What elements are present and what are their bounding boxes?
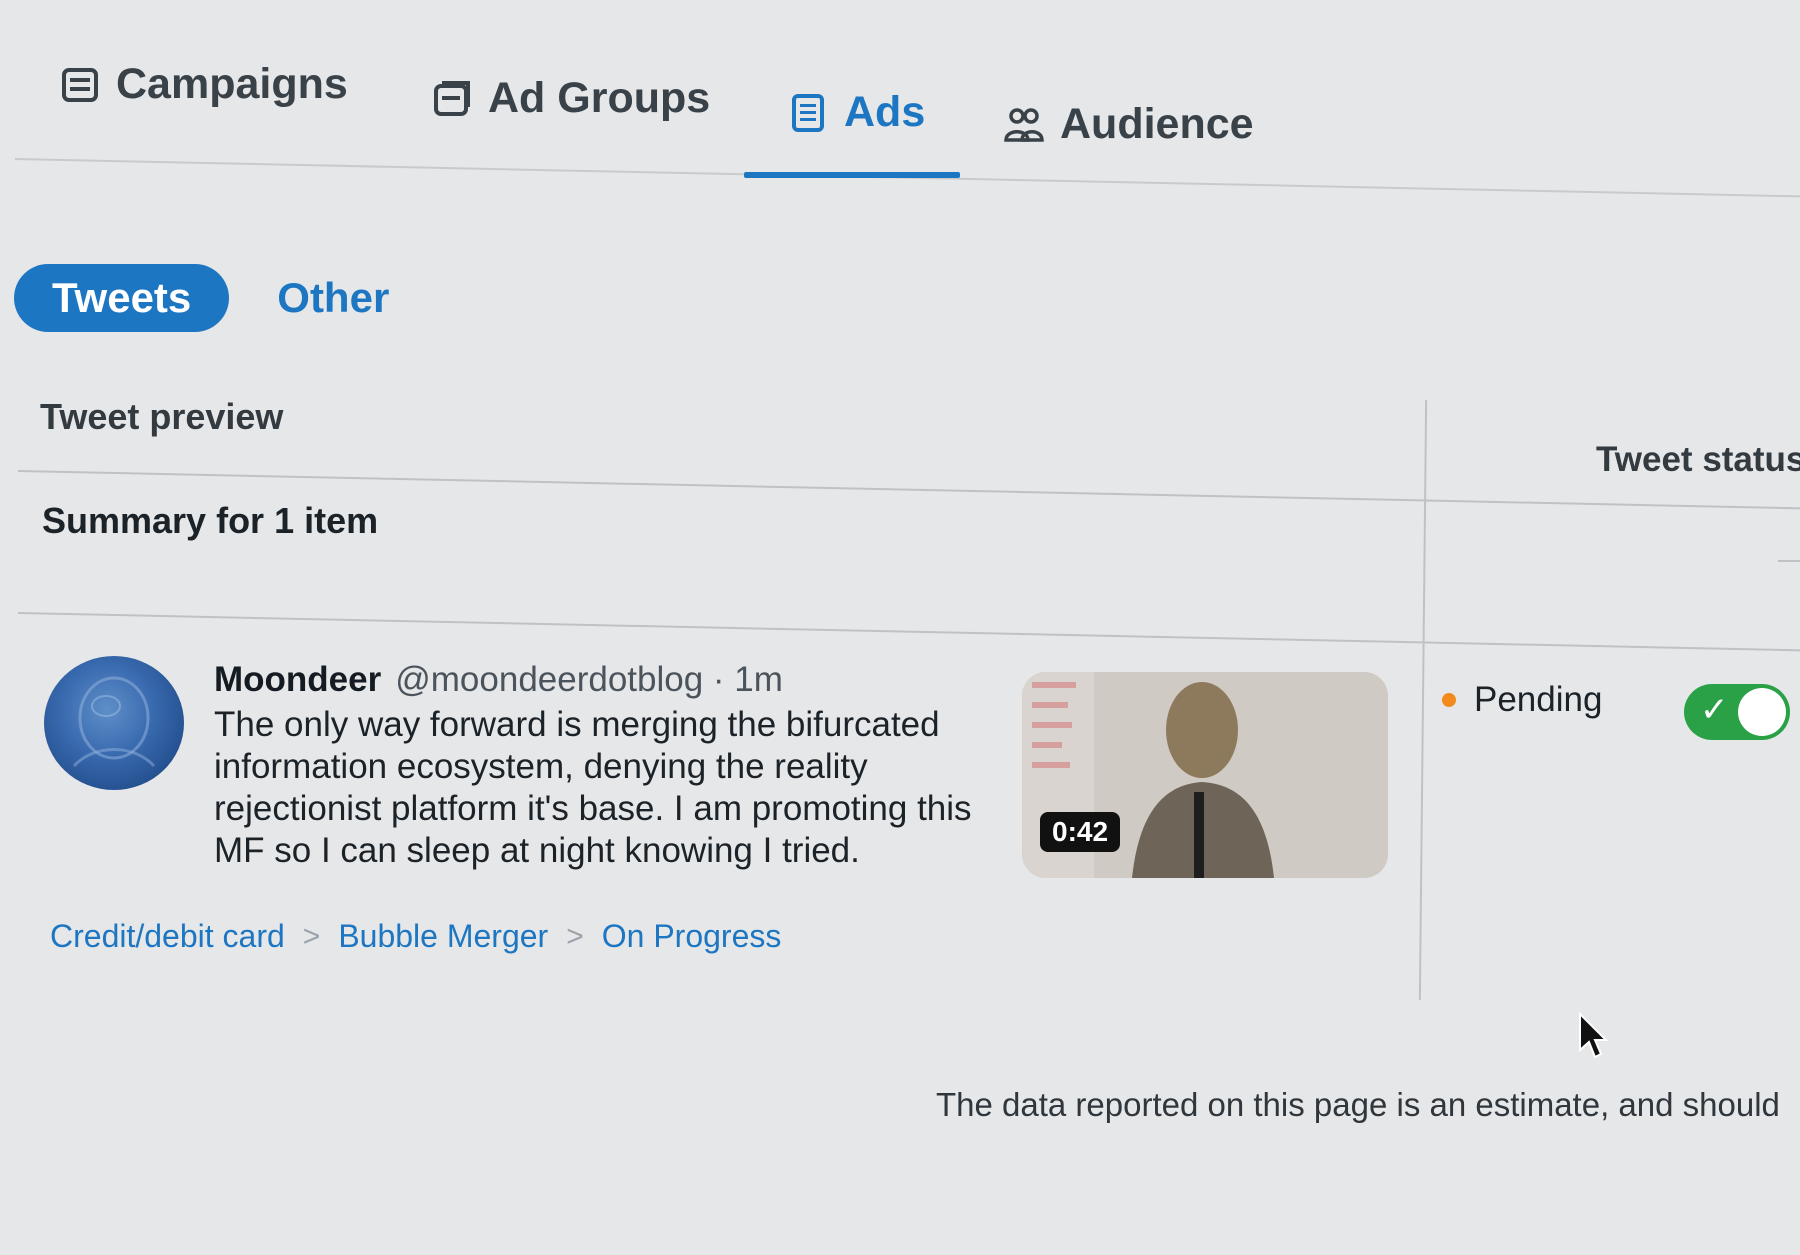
breadcrumb-campaign[interactable]: Bubble Merger <box>338 918 548 955</box>
audience-icon <box>1004 105 1044 145</box>
video-duration-badge: 0:42 <box>1040 812 1121 852</box>
ad-enabled-toggle[interactable]: ✓ <box>1684 684 1790 740</box>
tab-campaigns-label: Campaigns <box>116 60 348 108</box>
video-thumbnail[interactable]: 0:42 <box>1022 672 1388 878</box>
pending-status-dot-icon <box>1442 693 1456 707</box>
summary-row-label: Summary for 1 item <box>42 500 379 541</box>
ads-manager-screen: Campaigns Ad Groups Ads Audience Tweets … <box>0 0 1800 1255</box>
mouse-pointer-icon <box>1578 1012 1608 1060</box>
breadcrumb-ad-group[interactable]: On Progress <box>602 918 782 955</box>
active-tab-indicator <box>744 172 960 178</box>
column-header-tweet-status[interactable]: Tweet status <box>1596 440 1800 480</box>
tab-other[interactable]: Other <box>277 274 389 322</box>
tab-ad-groups[interactable]: Ad Groups <box>432 74 710 123</box>
campaigns-icon <box>60 65 100 105</box>
ads-icon <box>788 93 828 133</box>
column-divider <box>1418 400 1428 1000</box>
breadcrumb-payment-method[interactable]: Credit/debit card <box>50 918 285 955</box>
ad-type-tabs: Tweets Other <box>14 264 389 332</box>
tab-ads-label: Ads <box>844 88 926 136</box>
tweet-handle-time: @moondeerdotblog · 1m <box>395 660 783 699</box>
column-header-tweet-preview[interactable]: Tweet preview <box>40 396 283 438</box>
chevron-right-icon: > <box>302 919 321 953</box>
summary-status-dash <box>1778 560 1800 562</box>
breadcrumb: Credit/debit card > Bubble Merger > On P… <box>50 918 781 955</box>
tab-tweets[interactable]: Tweets <box>14 264 230 332</box>
tweet-author-name[interactable]: Moondeer <box>214 660 381 699</box>
avatar[interactable] <box>44 656 184 790</box>
toggle-knob <box>1738 688 1786 736</box>
tab-campaigns[interactable]: Campaigns <box>60 60 348 109</box>
chevron-right-icon: > <box>566 919 584 953</box>
ad-groups-icon <box>432 79 472 119</box>
tweet-status-label: Pending <box>1474 680 1603 719</box>
tab-audience[interactable]: Audience <box>1004 100 1254 149</box>
check-icon: ✓ <box>1700 690 1729 730</box>
tab-ad-groups-label: Ad Groups <box>488 74 711 122</box>
tweet-text: The only way forward is merging the bifu… <box>214 705 972 870</box>
tab-ads[interactable]: Ads <box>788 88 925 137</box>
tweet-status: Pending <box>1442 680 1602 720</box>
estimate-disclaimer: The data reported on this page is an est… <box>936 1086 1780 1123</box>
tab-audience-label: Audience <box>1060 100 1254 148</box>
summary-divider <box>17 612 1800 652</box>
top-nav-tabs: Campaigns Ad Groups Ads Audience <box>0 0 1800 198</box>
tweet-header: Moondeer @moondeerdotblog · 1m <box>214 660 783 700</box>
